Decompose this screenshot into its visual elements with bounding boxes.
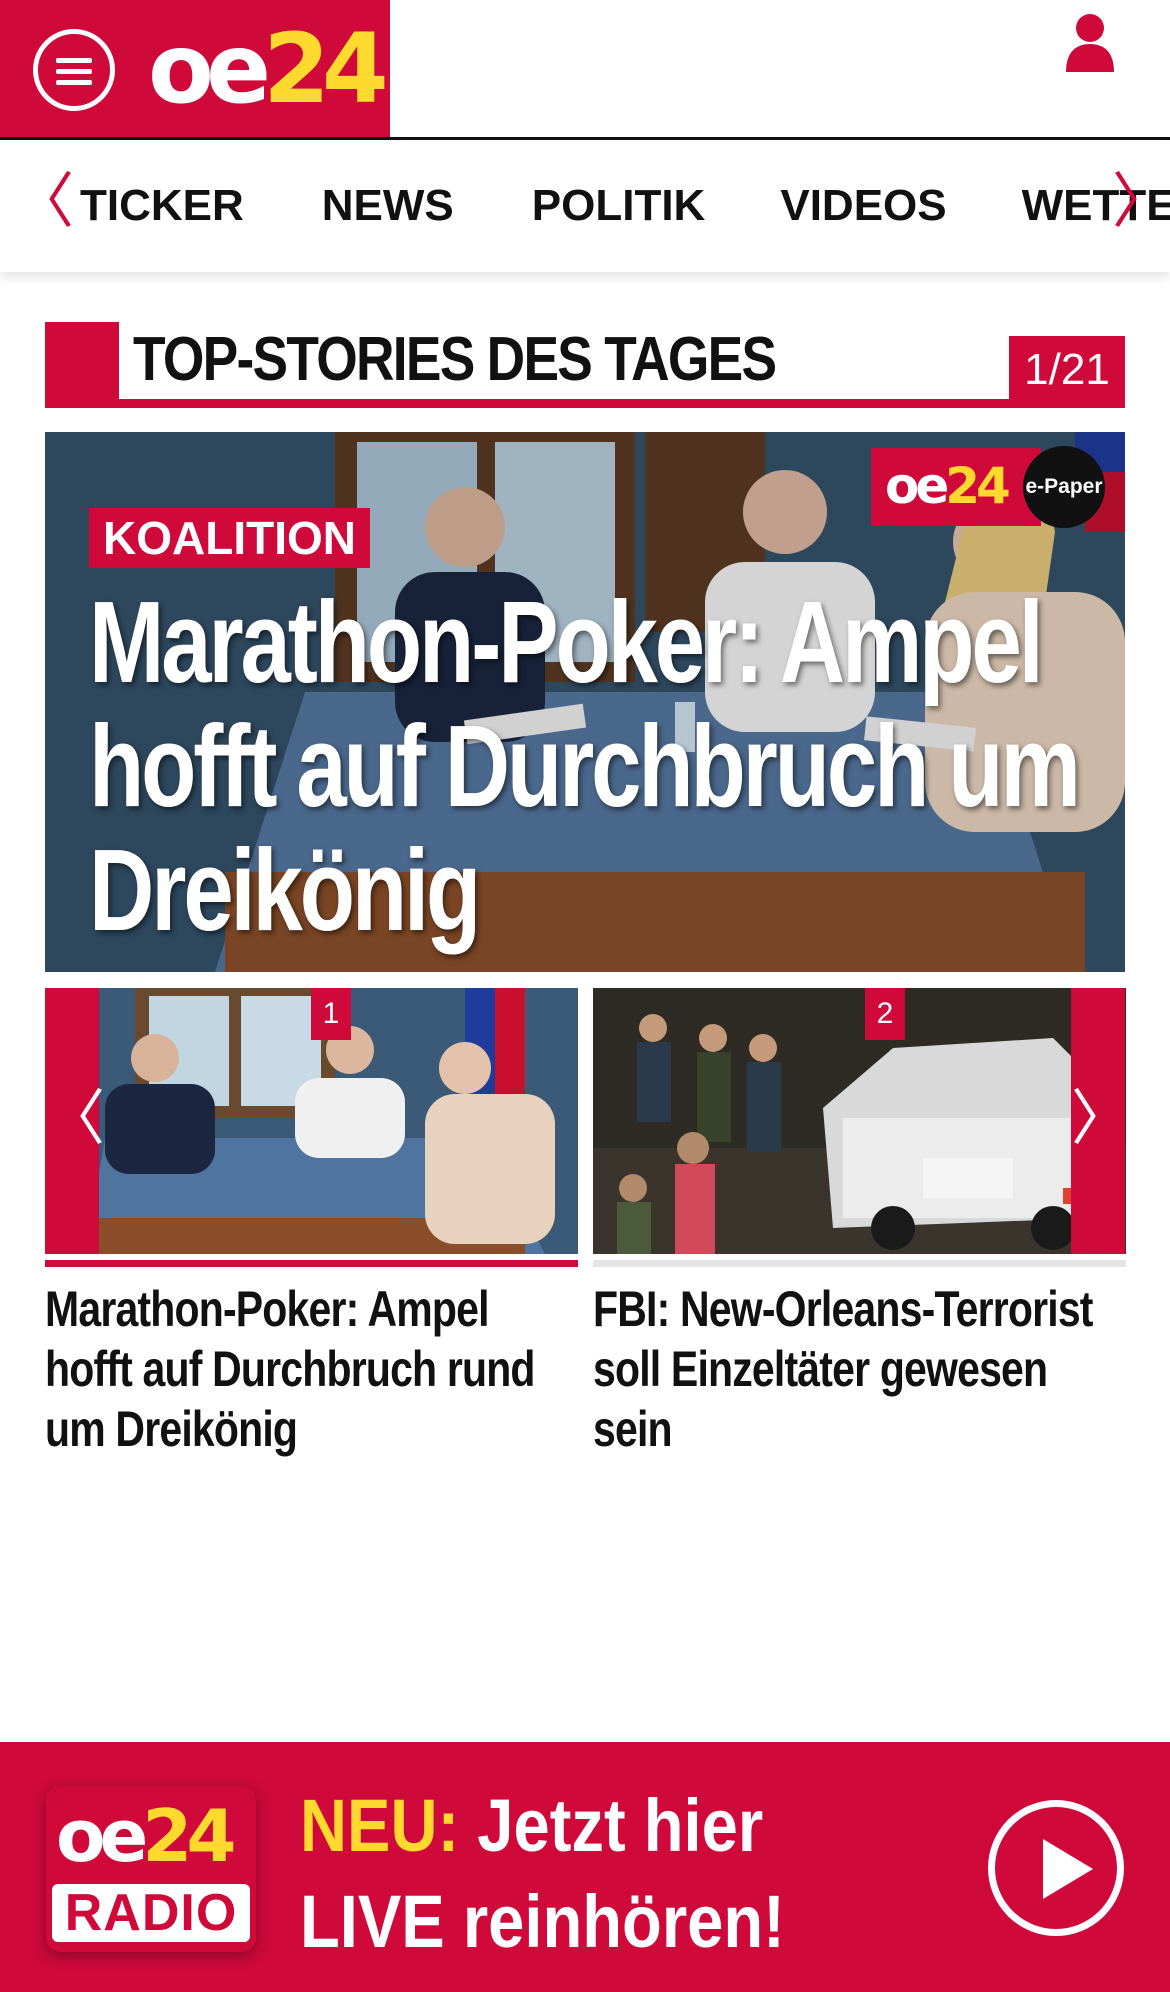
epaper-logo: oe24 (885, 457, 1011, 515)
hero-headline[interactable]: Marathon-Poker: Ampel hofft auf Durchbru… (89, 580, 1103, 952)
section-accent (45, 322, 119, 408)
nav-item-ticker[interactable]: TICKER (80, 180, 244, 232)
radio-logo[interactable]: oe24 RADIO (46, 1786, 256, 1952)
nav-item-politik[interactable]: POLITIK (532, 180, 706, 232)
hero-category-badge[interactable]: KOALITION (89, 508, 370, 568)
card-progress-bar (45, 1260, 578, 1267)
card-progress-bar (593, 1260, 1126, 1267)
nav-item-news[interactable]: NEWS (322, 180, 454, 232)
chevron-left-icon[interactable]: 〈 (14, 172, 74, 234)
radio-new-label: NEU: (300, 1784, 460, 1867)
radio-banner[interactable]: oe24 RADIO NEU: Jetzt hier LIVE reinhöre… (0, 1742, 1170, 1992)
site-logo[interactable]: oe24 (148, 14, 389, 124)
brand-box: oe24 (0, 0, 390, 137)
carousel-card[interactable]: 1 Marathon-Poker: Ampel hofft auf Durchb… (45, 988, 578, 1459)
card-thumbnail[interactable]: 1 (45, 988, 578, 1254)
card-caption[interactable]: FBI: New-Orleans-Terrorist soll Einzeltä… (593, 1279, 1126, 1459)
nav-item-videos[interactable]: VIDEOS (780, 180, 946, 232)
hero-story[interactable]: KOALITION Marathon-Poker: Ampel hofft au… (45, 432, 1125, 972)
card-caption[interactable]: Marathon-Poker: Ampel hofft auf Durchbru… (45, 1279, 578, 1459)
header: oe24 (0, 0, 1170, 140)
radio-promo-text[interactable]: NEU: Jetzt hier LIVE reinhören! (300, 1778, 793, 1970)
menu-icon[interactable] (33, 29, 115, 111)
carousel-card[interactable]: 2 FBI: New-Orleans-Terrorist soll Einzel… (593, 988, 1126, 1459)
section-title: TOP-STORIES DES TAGES (133, 325, 777, 394)
story-carousel: 〈 1 Marathon-Poker: Ampel hofft auf Durc… (45, 988, 1131, 1457)
carousel-prev-button[interactable]: 〈 (45, 988, 105, 1254)
nav-items: TICKER NEWS POLITIK VIDEOS WETTER (80, 180, 1170, 232)
play-icon[interactable] (988, 1800, 1124, 1936)
epaper-badge[interactable]: oe24 e-Paper (871, 446, 1111, 528)
epaper-label: e-Paper (1023, 446, 1105, 528)
section-underline (45, 399, 1125, 408)
card-number-badge: 1 (311, 988, 351, 1040)
story-counter: 1/21 (1009, 336, 1125, 408)
category-nav: 〈 TICKER NEWS POLITIK VIDEOS WETTER 〉 (0, 140, 1170, 272)
user-icon[interactable] (1062, 12, 1118, 72)
carousel-next-button[interactable]: 〉 (1071, 988, 1131, 1254)
section-header: TOP-STORIES DES TAGES 1/21 (45, 322, 1125, 408)
card-thumbnail[interactable]: 2 (593, 988, 1126, 1254)
radio-logo-label: RADIO (52, 1884, 250, 1942)
chevron-right-icon[interactable]: 〉 (1112, 172, 1170, 234)
card-photo (593, 988, 1126, 1254)
card-number-badge: 2 (865, 988, 905, 1040)
